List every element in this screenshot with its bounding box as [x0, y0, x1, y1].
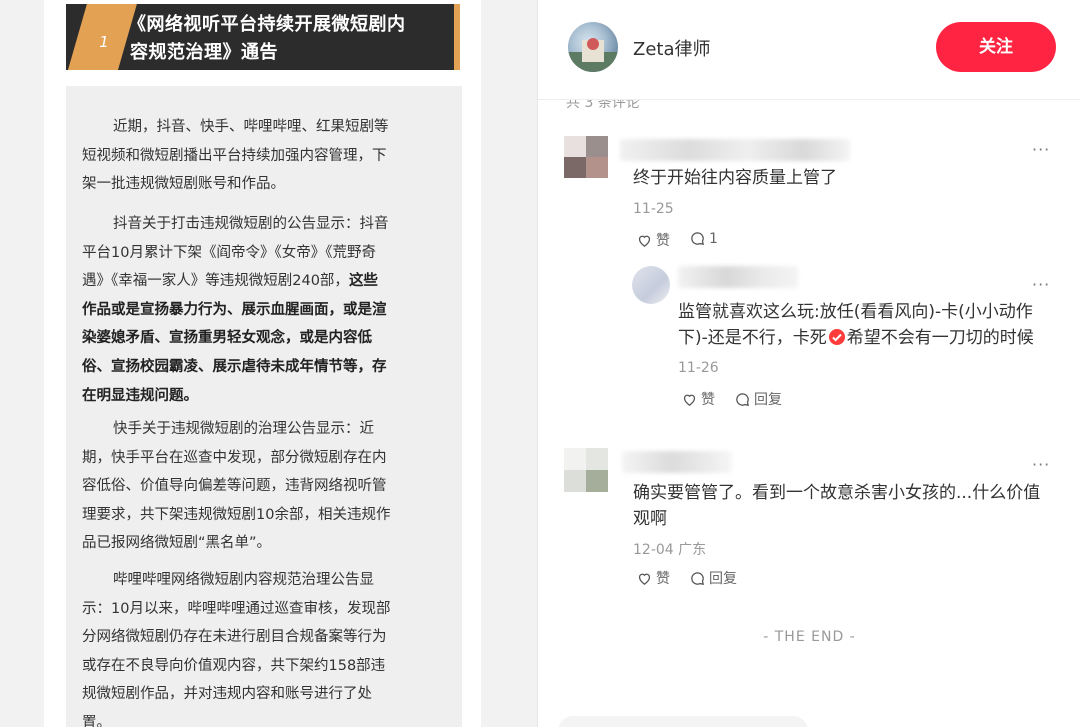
comment-text-line: 下)-还是不行，卡死 希望不会有一刀切的时候 [678, 328, 1034, 348]
paragraph-line: 近期，抖音、快手、哔哩哔哩、红果短剧等 [113, 119, 389, 135]
paragraph-line: 抖音关于打击违规微短剧的公告显示：抖音 [113, 216, 389, 232]
paragraph-line-bold: 染婆媳矛盾、宣扬重男轻女观念，或是内容低 [82, 330, 372, 347]
reply-button[interactable]: 1 [689, 230, 718, 247]
comment-text-line: 监管就喜欢这么玩:放任(看看风向)-卡(小小动作 [678, 302, 1033, 322]
reply-label: 回复 [709, 571, 737, 587]
paragraph-line: 遇》《幸福一家人》等违规微短剧240部，这些 [82, 273, 378, 290]
comment-input-bar[interactable] [558, 716, 808, 727]
end-marker: - THE END - [763, 629, 856, 645]
paragraph-line: 品已报网络微短剧“黑名单”。 [82, 535, 272, 552]
article-title-line: 《网络视听平台持续开展微短剧内 [128, 14, 406, 35]
like-button[interactable]: 赞 [636, 230, 670, 250]
like-label: 赞 [656, 571, 670, 587]
reply-button[interactable]: 回复 [689, 568, 737, 588]
paragraph-line-bold: 俗、宣扬校园霸凌、展示虐待未成年情节等，存 [82, 358, 387, 375]
reply-button[interactable]: 回复 [734, 389, 782, 409]
section-number-badge: 1 [66, 4, 137, 70]
comment-avatar[interactable] [564, 448, 608, 492]
commenter-name-blurred [620, 139, 850, 161]
comment-date: 12-04 [633, 542, 674, 558]
follow-button[interactable]: 关注 [936, 22, 1056, 72]
comment-icon [691, 232, 705, 245]
paragraph-line: 短视频和微短剧播出平台持续加强内容管理，下 [82, 147, 387, 164]
like-button[interactable]: 赞 [681, 389, 715, 409]
reply-label: 回复 [754, 392, 782, 408]
paragraph-line: 置。 [82, 714, 111, 727]
comment-panel: 共 3 条评论 Zeta律师 关注 ··· 终于开始往内容质量上管了 11-25… [537, 0, 1080, 727]
article-title-line: 容规范治理》通告 [130, 42, 278, 63]
comment-text-line: 观啊 [633, 509, 667, 529]
paragraph-line: 哔哩哔哩网络微短剧内容规范治理公告显 [113, 572, 374, 588]
article-paragraph: 抖音关于打击违规微短剧的公告显示：抖音 平台10月累计下架《阎帝令》《女帝》《荒… [82, 210, 447, 410]
paragraph-line-bold: 作品或是宣扬暴力行为、展示血腥画面，或是渲 [82, 301, 387, 318]
paragraph-line: 分网络微短剧仍存在未进行剧目合规备案等行为 [82, 629, 387, 646]
heart-icon [683, 394, 696, 406]
paragraph-line: 或存在不良导向价值观内容，共下架约158部违 [82, 657, 386, 674]
bold-text: 这些 [348, 273, 378, 290]
paragraph-line: 快手关于违规微短剧的治理公告显示：近 [113, 421, 374, 437]
article-paragraph: 快手关于违规微短剧的治理公告显示：近 期，快手平台在巡查中发现，部分微短剧存在内… [82, 415, 447, 558]
comment-icon [736, 392, 750, 406]
commenter-name-blurred [622, 451, 732, 473]
article-paragraph: 近期，抖音、快手、哔哩哔哩、红果短剧等 短视频和微短剧播出平台持续加强内容管理，… [82, 113, 447, 199]
paragraph-line: 容低俗、价值导向偏差等问题，违背网络视听管 [82, 478, 387, 495]
like-label: 赞 [701, 392, 715, 408]
comment-date: 11-25 [633, 201, 674, 217]
author-name[interactable]: Zeta律师 [633, 35, 711, 61]
comment-text: 终于开始往内容质量上管了 [633, 168, 837, 188]
paragraph-line: 示：10月以来，哔哩哔哩通过巡查审核，发现部 [82, 600, 391, 617]
more-icon[interactable]: ··· [1032, 275, 1050, 294]
heart-icon [638, 573, 651, 585]
comment-date: 11-26 [678, 360, 719, 376]
author-avatar[interactable] [568, 22, 618, 72]
paragraph-line: 理要求，共下架违规微短剧10余部，相关违规作 [82, 506, 391, 523]
comment-text: 确实要管管了。看到一个故意杀害小女孩的...什么价值 观啊 [633, 480, 1040, 532]
like-button[interactable]: 赞 [636, 568, 670, 588]
comment-meta: 12-04 广东 [633, 539, 706, 559]
comment-avatar[interactable] [632, 266, 670, 304]
paragraph-line: 平台10月累计下架《阎帝令》《女帝》《荒野奇 [82, 244, 376, 261]
like-label: 赞 [656, 233, 670, 249]
paragraph-line-bold: 在明显违规问题。 [82, 387, 198, 404]
paragraph-line: 规微短剧作品，并对违规内容和账号进行了处 [82, 686, 372, 703]
comment-text-line: 确实要管管了。看到一个故意杀害小女孩的...什么价值 [633, 483, 1041, 503]
section-number: 1 [99, 33, 109, 51]
comment-location: 广东 [678, 542, 707, 558]
article-pane: 1 《网络视听平台持续开展微短剧内 容规范治理》通告 近期，抖音、快手、哔哩哔哩… [0, 0, 537, 727]
author-header: Zeta律师 关注 [538, 0, 1080, 100]
title-accent-bar [454, 4, 460, 70]
emoji-icon [828, 328, 846, 346]
article-paragraph: 哔哩哔哩网络微短剧内容规范治理公告显 示：10月以来，哔哩哔哩通过巡查审核，发现… [82, 566, 447, 727]
avatar-image [568, 38, 618, 72]
comment-text: 监管就喜欢这么玩:放任(看看风向)-卡(小小动作 下)-还是不行，卡死 希望不会有… [678, 299, 1034, 351]
more-icon[interactable]: ··· [1032, 140, 1050, 159]
reply-count: 1 [709, 230, 718, 247]
heart-icon [638, 235, 651, 247]
commenter-name-blurred [678, 266, 798, 288]
comment-avatar[interactable] [564, 136, 608, 178]
paragraph-line: 期，快手平台在巡查中发现，部分微短剧存在内 [82, 449, 387, 466]
comment-icon [691, 571, 705, 585]
more-icon[interactable]: ··· [1032, 455, 1050, 474]
paragraph-line: 架一批违规微短剧账号和作品。 [82, 176, 285, 193]
